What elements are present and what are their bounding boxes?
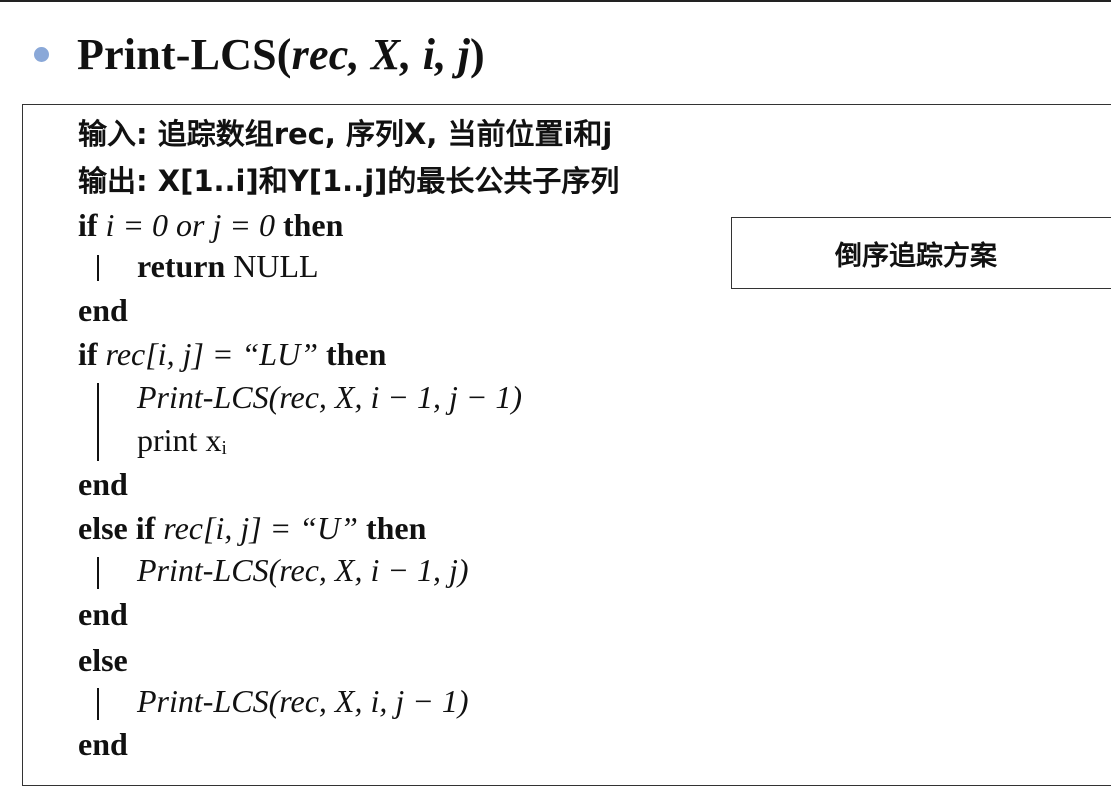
block-bar [97,255,99,281]
code-line-if-lu: if rec[i, j] = “LU” then [78,334,386,374]
expression: print xᵢ [137,422,227,458]
title-args: rec, X, i, j [291,29,471,79]
keyword: else [78,642,128,678]
keyword: else if [78,510,156,546]
top-rule [0,0,1111,2]
input-label: 输入: [78,117,148,151]
callout-text: 倒序追踪方案 [835,240,997,272]
code-line-recursive-call: Print-LCS(rec, X, i − 1, j − 1) [137,377,522,417]
slide-title-row: Print-LCS(rec, X, i, j) [34,24,485,84]
code-line-else: else [78,640,128,680]
code-line-end: end [78,724,128,764]
expression: NULL [225,248,319,284]
algorithm-output-line: 输出: X[1..i]和Y[1..j]的最长公共子序列 [78,160,619,201]
code-line-if-base: if i = 0 or j = 0 then [78,205,343,245]
keyword: end [78,292,128,328]
block-bar [97,688,99,720]
expression: Print-LCS(rec, X, i − 1, j − 1) [137,379,523,415]
keyword: then [365,510,427,546]
condition: i = 0 or j = 0 [97,207,283,243]
expression: Print-LCS(rec, X, i − 1, j) [137,552,469,588]
block-bar [97,383,99,461]
algorithm-input-line: 输入: 追踪数组rec, 序列X, 当前位置i和j [78,113,612,154]
output-text: X[1..i]和Y[1..j]的最长公共子序列 [147,164,620,198]
keyword: then [326,336,387,372]
title-suffix: ) [470,29,485,79]
keyword: return [137,248,226,284]
input-text: 追踪数组rec, 序列X, 当前位置i和j [147,117,613,151]
expression: Print-LCS(rec, X, i, j − 1) [137,683,469,719]
code-line-else-if-u: else if rec[i, j] = “U” then [78,508,426,548]
code-line-print: print xᵢ [137,420,227,460]
bullet-icon [34,46,49,62]
code-line-end: end [78,290,128,330]
keyword: if [78,207,98,243]
keyword: end [78,596,128,632]
condition: rec[i, j] = “U” [155,510,366,546]
slide-title: Print-LCS(rec, X, i, j) [77,29,485,80]
keyword: if [78,336,98,372]
code-line-recursive-call: Print-LCS(rec, X, i − 1, j) [137,550,468,590]
condition: rec[i, j] = “LU” [97,336,326,372]
code-line-recursive-call: Print-LCS(rec, X, i, j − 1) [137,681,468,721]
keyword: then [282,207,344,243]
callout-box: 倒序追踪方案 [731,217,1111,289]
code-line-return-null: return NULL [137,246,319,286]
code-line-end: end [78,464,128,504]
title-prefix: Print-LCS( [77,29,292,79]
keyword: end [78,466,128,502]
keyword: end [78,726,128,762]
block-bar [97,557,99,589]
code-line-end: end [78,594,128,634]
output-label: 输出: [78,164,148,198]
